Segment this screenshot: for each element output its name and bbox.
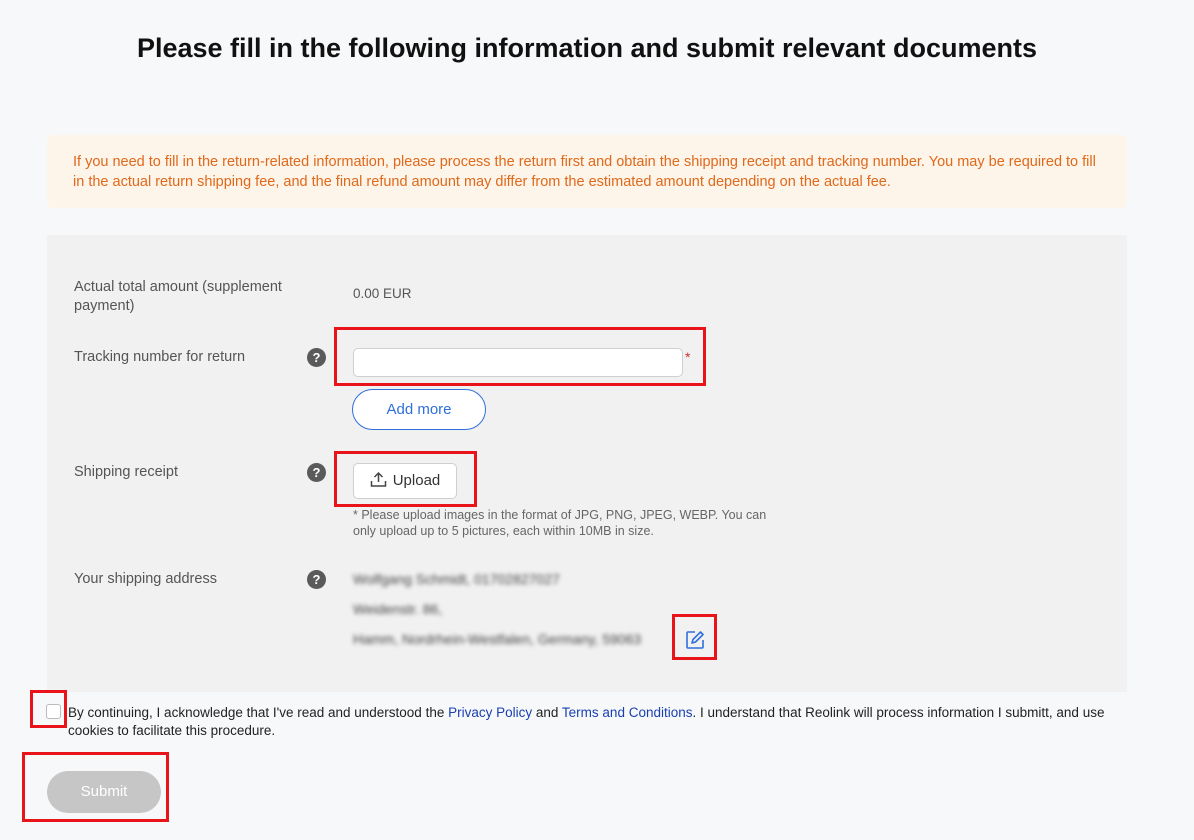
consent-text: By continuing, I acknowledge that I've r… [68,704,1128,740]
page-title: Please fill in the following information… [136,33,1038,63]
address-help-icon[interactable]: ? [307,570,326,589]
consent-text-before: By continuing, I acknowledge that I've r… [68,705,449,720]
tracking-help-icon[interactable]: ? [307,348,326,367]
tracking-label: Tracking number for return [74,349,246,365]
highlight-checkbox-box [30,690,67,728]
highlight-tracking-box [334,327,706,386]
address-label: Your shipping address [74,571,217,587]
highlight-submit-box [22,752,169,822]
consent-text-and: and [532,705,562,720]
address-line-street: Weidenstr. 86, [353,601,443,617]
address-line-name-phone: Wolfgang Schmidt, 01702827027 [353,571,560,587]
return-notice: If you need to fill in the return-relate… [47,135,1127,208]
terms-link[interactable]: Terms and Conditions [562,705,693,720]
highlight-upload-box [334,451,477,507]
receipt-label: Shipping receipt [74,464,178,480]
receipt-help-icon[interactable]: ? [307,463,326,482]
privacy-policy-link[interactable]: Privacy Policy [448,705,532,720]
amount-label: Actual total amount (supplement payment) [74,279,282,314]
address-line-city: Hamm, Nordrhein-Westfalen, Germany, 5906… [353,631,642,647]
upload-hint: * Please upload images in the format of … [353,508,767,538]
highlight-edit-box [672,614,717,660]
amount-value: 0.00 EUR [353,286,412,301]
add-more-button[interactable]: Add more [352,389,486,430]
